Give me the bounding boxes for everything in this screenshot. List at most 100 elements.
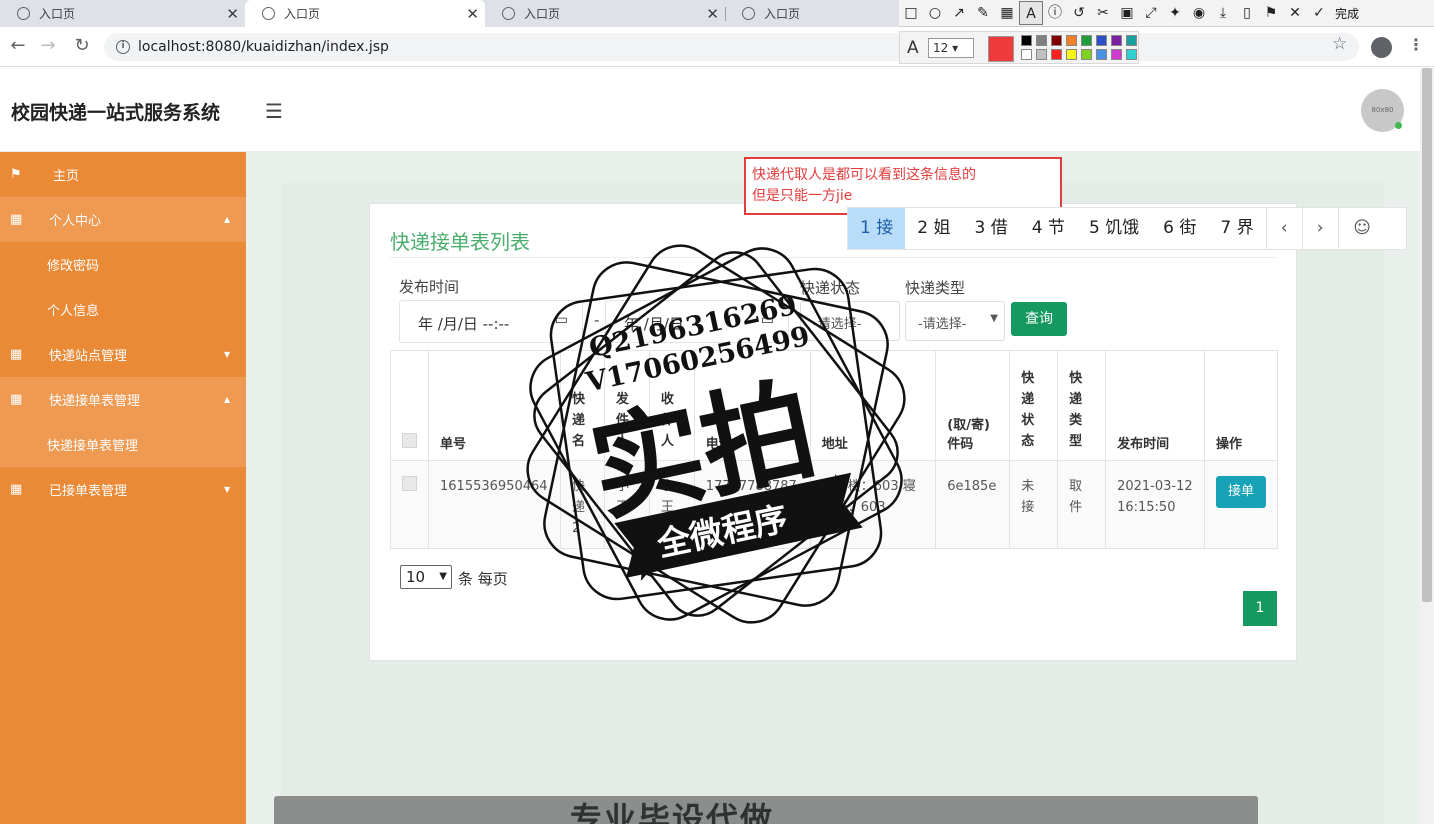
sidebar-subitem-change-password[interactable]: 修改密码	[0, 242, 246, 287]
ime-candidate[interactable]: 1 接	[848, 208, 906, 249]
ime-candidate[interactable]: 5 饥饿	[1077, 208, 1151, 249]
record-icon[interactable]: ◉	[1187, 1, 1211, 25]
done-button[interactable]: 完成	[1335, 5, 1359, 22]
cancel-icon[interactable]: ✕	[1283, 1, 1307, 25]
bookmark-icon[interactable]: ⚑	[1259, 1, 1283, 25]
globe-icon	[262, 7, 275, 20]
color-swatch[interactable]	[1021, 49, 1032, 60]
browser-toolbar: ← → ↻ i localhost:8080/kuaidizhan/index.…	[0, 27, 1434, 67]
ime-candidate[interactable]: 3 借	[962, 208, 1019, 249]
col-action: 操作	[1204, 350, 1278, 461]
color-swatch[interactable]	[1126, 35, 1137, 46]
color-swatch[interactable]	[1096, 35, 1107, 46]
calendar-icon[interactable]: ▭	[555, 312, 568, 328]
chevron-right-icon[interactable]: ›	[1301, 208, 1338, 249]
bookmark-star-icon[interactable]: ☆	[1332, 34, 1347, 54]
sidebar-subitem-personal-info[interactable]: 个人信息	[0, 287, 246, 332]
close-tab-icon[interactable]: ✕	[706, 5, 719, 23]
close-tab-icon[interactable]: ✕	[466, 5, 479, 23]
sidebar-subitem-order-management[interactable]: 快递接单表管理	[0, 422, 246, 467]
color-swatch[interactable]	[1036, 49, 1047, 60]
cell-order-no: 1615536950464	[428, 460, 561, 549]
cell-status: 未接	[1009, 460, 1059, 549]
pen-tool-icon[interactable]: ✎	[971, 1, 995, 25]
info-icon[interactable]: i	[116, 40, 130, 54]
ime-candidate[interactable]: 7 界	[1208, 208, 1265, 249]
cell-text: 小王	[615, 479, 629, 515]
scrollbar-thumb[interactable]	[1422, 68, 1432, 602]
browser-tab-3[interactable]: 入口页 ✕	[485, 0, 726, 27]
ellipse-tool-icon[interactable]: ○	[923, 1, 947, 25]
close-tab-icon[interactable]: ✕	[226, 5, 239, 23]
color-swatch[interactable]	[1111, 35, 1122, 46]
color-swatch[interactable]	[1051, 49, 1062, 60]
col-address: 地址	[809, 350, 937, 461]
sidebar-item-personal-center[interactable]: ▦ 个人中心 ▲	[0, 197, 246, 242]
browser-tab-2[interactable]: 入口页 ✕	[245, 0, 485, 27]
sidebar-item-station-management[interactable]: ▦ 快递站点管理 ▼	[0, 332, 246, 377]
undo-icon[interactable]: ↺	[1067, 1, 1091, 25]
address-bar[interactable]: i localhost:8080/kuaidizhan/index.jsp	[104, 33, 1359, 61]
type-select[interactable]: -请选择- ▼	[905, 301, 1005, 341]
forward-icon[interactable]: →	[37, 35, 59, 56]
sidebar-item-order-management[interactable]: ▦ 快递接单表管理 ▲	[0, 377, 246, 422]
end-date-input[interactable]: 年 /月/日 ▭	[605, 300, 789, 343]
color-swatch[interactable]	[1126, 49, 1137, 60]
grid-icon: ▦	[10, 347, 23, 362]
fullscreen-icon[interactable]: ⤢	[1139, 1, 1163, 25]
hamburger-menu-icon[interactable]: ☰	[265, 99, 283, 123]
color-swatch[interactable]	[1111, 49, 1122, 60]
current-color-swatch[interactable]	[988, 36, 1014, 62]
font-size-select[interactable]: 12 ▾	[928, 38, 974, 58]
status-select[interactable]: -请选择-	[800, 301, 900, 341]
text-tool-icon[interactable]: A	[1019, 1, 1043, 25]
color-swatch[interactable]	[1066, 49, 1077, 60]
vertical-scrollbar[interactable]	[1420, 68, 1434, 824]
download-icon[interactable]: ⤓	[1211, 1, 1235, 25]
mosaic-tool-icon[interactable]: ▦	[995, 1, 1019, 25]
image-icon[interactable]: ▣	[1115, 1, 1139, 25]
cell-type: 取件	[1057, 460, 1107, 549]
select-all-checkbox[interactable]	[402, 433, 417, 448]
device-icon[interactable]: ▯	[1235, 1, 1259, 25]
ime-candidate[interactable]: 6 街	[1151, 208, 1208, 249]
ime-candidate[interactable]: 4 节	[1020, 208, 1077, 249]
page-size-select[interactable]: 10 ▼	[400, 565, 452, 589]
page-size-suffix: 条 每页	[458, 570, 508, 588]
annotation-toolbar: □ ○ ↗ ✎ ▦ A ⓘ ↺ ✂ ▣ ⤢ ✦ ◉ ⤓ ▯ ⚑ ✕ ✓ 完成	[899, 0, 1434, 27]
number-tool-icon[interactable]: ⓘ	[1043, 1, 1067, 25]
reload-icon[interactable]: ↻	[71, 35, 93, 56]
menu-kebab-icon[interactable]: ⋮	[1408, 35, 1424, 54]
browser-tab-4[interactable]: 入口页	[725, 0, 900, 27]
profile-icon[interactable]	[1371, 37, 1392, 58]
row-checkbox[interactable]	[402, 476, 417, 491]
chevron-left-icon[interactable]: ‹	[1265, 208, 1302, 249]
arrow-tool-icon[interactable]: ↗	[947, 1, 971, 25]
rectangle-tool-icon[interactable]: □	[899, 1, 923, 25]
table-header-row: 单号 快递名 发件人 收件人 电话 地址 (取/寄)件码 快递状态 快递类型 发…	[390, 350, 1278, 461]
back-icon[interactable]: ←	[7, 35, 29, 56]
sidebar-item-home[interactable]: ⚑ 主页	[0, 152, 246, 197]
color-swatch[interactable]	[1036, 35, 1047, 46]
start-date-input[interactable]: 年 /月/日 --:-- ▭	[399, 300, 583, 343]
color-swatch[interactable]	[1096, 49, 1107, 60]
calendar-icon[interactable]: ▭	[761, 312, 774, 328]
emoji-icon[interactable]: ☺	[1337, 208, 1386, 249]
avatar[interactable]: 80x80	[1361, 89, 1404, 132]
color-swatch[interactable]	[1021, 35, 1032, 46]
page-button-current[interactable]: 1	[1243, 591, 1277, 626]
check-icon[interactable]: ✓	[1307, 1, 1331, 25]
color-swatch[interactable]	[1081, 49, 1092, 60]
color-swatch[interactable]	[1066, 35, 1077, 46]
type-label: 快递类型	[905, 279, 966, 297]
ime-candidate[interactable]: 2 姐	[905, 208, 962, 249]
sidebar-item-accepted-orders[interactable]: ▦ 已接单表管理 ▼	[0, 467, 246, 512]
cell-text: 快递2	[571, 479, 585, 536]
color-swatch[interactable]	[1081, 35, 1092, 46]
query-button[interactable]: 查询	[1011, 302, 1067, 336]
color-swatch[interactable]	[1051, 35, 1062, 46]
accept-order-button[interactable]: 接单	[1216, 476, 1266, 508]
cut-icon[interactable]: ✂	[1091, 1, 1115, 25]
browser-tab-1[interactable]: 入口页 ✕	[0, 0, 245, 27]
pin-icon[interactable]: ✦	[1163, 1, 1187, 25]
